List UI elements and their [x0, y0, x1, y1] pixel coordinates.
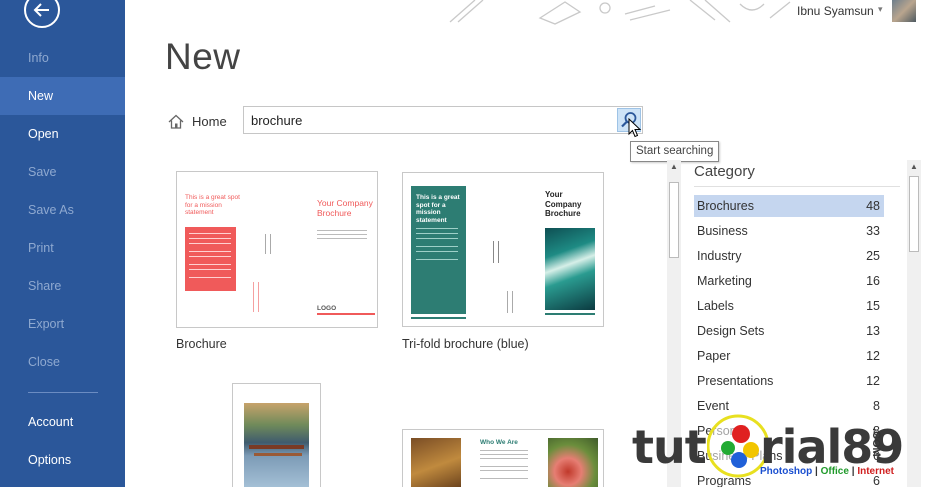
category-item-industry[interactable]: Industry 25: [694, 245, 884, 267]
category-name: Labels: [697, 299, 734, 313]
brochure-heading: Your Company Brochure: [317, 198, 373, 218]
user-name[interactable]: Ibnu Syamsun: [797, 4, 874, 18]
category-count: 33: [866, 224, 880, 238]
nav-divider: [28, 392, 98, 393]
category-divider: [694, 186, 900, 187]
category-title: Category: [694, 163, 755, 180]
templates-scrollbar-thumb[interactable]: [669, 182, 679, 258]
category-count: 12: [866, 374, 880, 388]
nav-info[interactable]: Info: [0, 39, 125, 77]
nav-close[interactable]: Close: [0, 343, 125, 381]
nav-export[interactable]: Export: [0, 305, 125, 343]
photo-flyer-lake-image: [244, 403, 309, 487]
backstage-view: Info New Open Save Save As Print Share E…: [0, 0, 927, 487]
category-name: Marketing: [697, 274, 752, 288]
header-doodle-decoration: [449, 0, 791, 25]
brochure-footer-bar: [317, 313, 375, 315]
trifold-building-photo: [545, 228, 595, 310]
category-item-labels[interactable]: Labels 15: [694, 295, 884, 317]
category-count: 16: [866, 274, 880, 288]
page-title: New: [165, 36, 241, 77]
category-item-business[interactable]: Business 33: [694, 220, 884, 242]
brochure-red-panel: [185, 227, 236, 291]
nav-share[interactable]: Share: [0, 267, 125, 305]
category-item-marketing[interactable]: Marketing 16: [694, 270, 884, 292]
category-count: 48: [866, 199, 880, 213]
category-name: Business: [697, 224, 748, 238]
nav-print[interactable]: Print: [0, 229, 125, 267]
template-thumbnail-photo-flyer[interactable]: [232, 383, 321, 487]
nav-save-as[interactable]: Save As: [0, 191, 125, 229]
who-we-are-flower-photo: [548, 438, 598, 487]
scroll-up-arrow-icon[interactable]: ▲: [667, 160, 681, 174]
who-we-are-cafe-photo: [411, 438, 461, 487]
category-scroll-up-arrow-icon[interactable]: ▲: [907, 160, 921, 174]
home-label: Home: [192, 113, 227, 129]
watermark-domain: .COM: [870, 428, 882, 457]
template-label-brochure[interactable]: Brochure: [176, 337, 227, 351]
trifold-heading: Your Company Brochure: [545, 190, 582, 218]
brochure-address-block: [265, 234, 271, 254]
nav-save[interactable]: Save: [0, 153, 125, 191]
watermark-sub-internet: Internet: [857, 466, 894, 477]
home-link[interactable]: Home: [168, 111, 227, 131]
brochure-logo: LOGO: [317, 305, 337, 312]
category-count: 15: [866, 299, 880, 313]
template-label-trifold-blue[interactable]: Tri-fold brochure (blue): [402, 337, 529, 351]
category-item-presentations[interactable]: Presentations 12: [694, 370, 884, 392]
brochure-mission-text: This is a great spot for a mission state…: [185, 194, 240, 216]
template-thumbnail-trifold-blue[interactable]: This is a great spot for a mission state…: [402, 172, 604, 327]
category-name: Design Sets: [697, 324, 765, 338]
brochure-side-text: [253, 282, 259, 312]
search-box: [243, 106, 643, 134]
category-name: Paper: [697, 349, 731, 363]
category-name: Presentations: [697, 374, 774, 388]
mouse-pointer-icon: [628, 118, 642, 138]
site-watermark: tut rial89 .COM Photoshop | Office | Int…: [630, 410, 920, 487]
watermark-subtitle: Photoshop | Office | Internet: [760, 466, 894, 477]
watermark-sub-office: Office: [820, 466, 849, 477]
watermark-sep: |: [815, 466, 818, 477]
search-tooltip: Start searching: [630, 141, 720, 162]
who-we-are-body-lines: [480, 450, 528, 451]
back-button[interactable]: [24, 0, 60, 28]
user-menu-caret-icon[interactable]: ▾: [878, 4, 883, 15]
trifold-address-block: [493, 241, 499, 263]
home-icon: [168, 114, 184, 129]
who-we-are-heading: Who We Are: [480, 439, 518, 446]
category-item-design-sets[interactable]: Design Sets 13: [694, 320, 884, 342]
watermark-sub-photoshop: Photoshop: [760, 466, 813, 477]
nav-new[interactable]: New: [0, 77, 125, 115]
template-thumbnail-brochure[interactable]: This is a great spot for a mission state…: [176, 171, 378, 328]
template-search-input[interactable]: [244, 107, 614, 133]
nav-open[interactable]: Open: [0, 115, 125, 153]
category-count: 12: [866, 349, 880, 363]
category-scrollbar-thumb[interactable]: [909, 176, 919, 252]
back-arrow-icon: [33, 3, 49, 17]
nav-account[interactable]: Account: [0, 403, 125, 441]
nav-options[interactable]: Options: [0, 441, 125, 479]
watermark-text-left: tut: [632, 420, 707, 474]
category-item-paper[interactable]: Paper 12: [694, 345, 884, 367]
trifold-mission-text: This is a great spot for a mission state…: [416, 194, 460, 224]
trifold-side-text: [507, 291, 513, 313]
backstage-sidebar: Info New Open Save Save As Print Share E…: [0, 0, 125, 487]
category-name: Brochures: [697, 199, 754, 213]
category-name: Industry: [697, 249, 742, 263]
trifold-teal-panel: This is a great spot for a mission state…: [411, 186, 466, 314]
watermark-sep: |: [851, 466, 855, 477]
brochure-body-lines: [317, 230, 367, 231]
category-count: 13: [866, 324, 880, 338]
category-item-brochures[interactable]: Brochures 48: [694, 195, 884, 217]
template-thumbnail-who-we-are[interactable]: Who We Are: [402, 429, 604, 487]
category-count: 25: [866, 249, 880, 263]
user-avatar[interactable]: [892, 0, 916, 22]
